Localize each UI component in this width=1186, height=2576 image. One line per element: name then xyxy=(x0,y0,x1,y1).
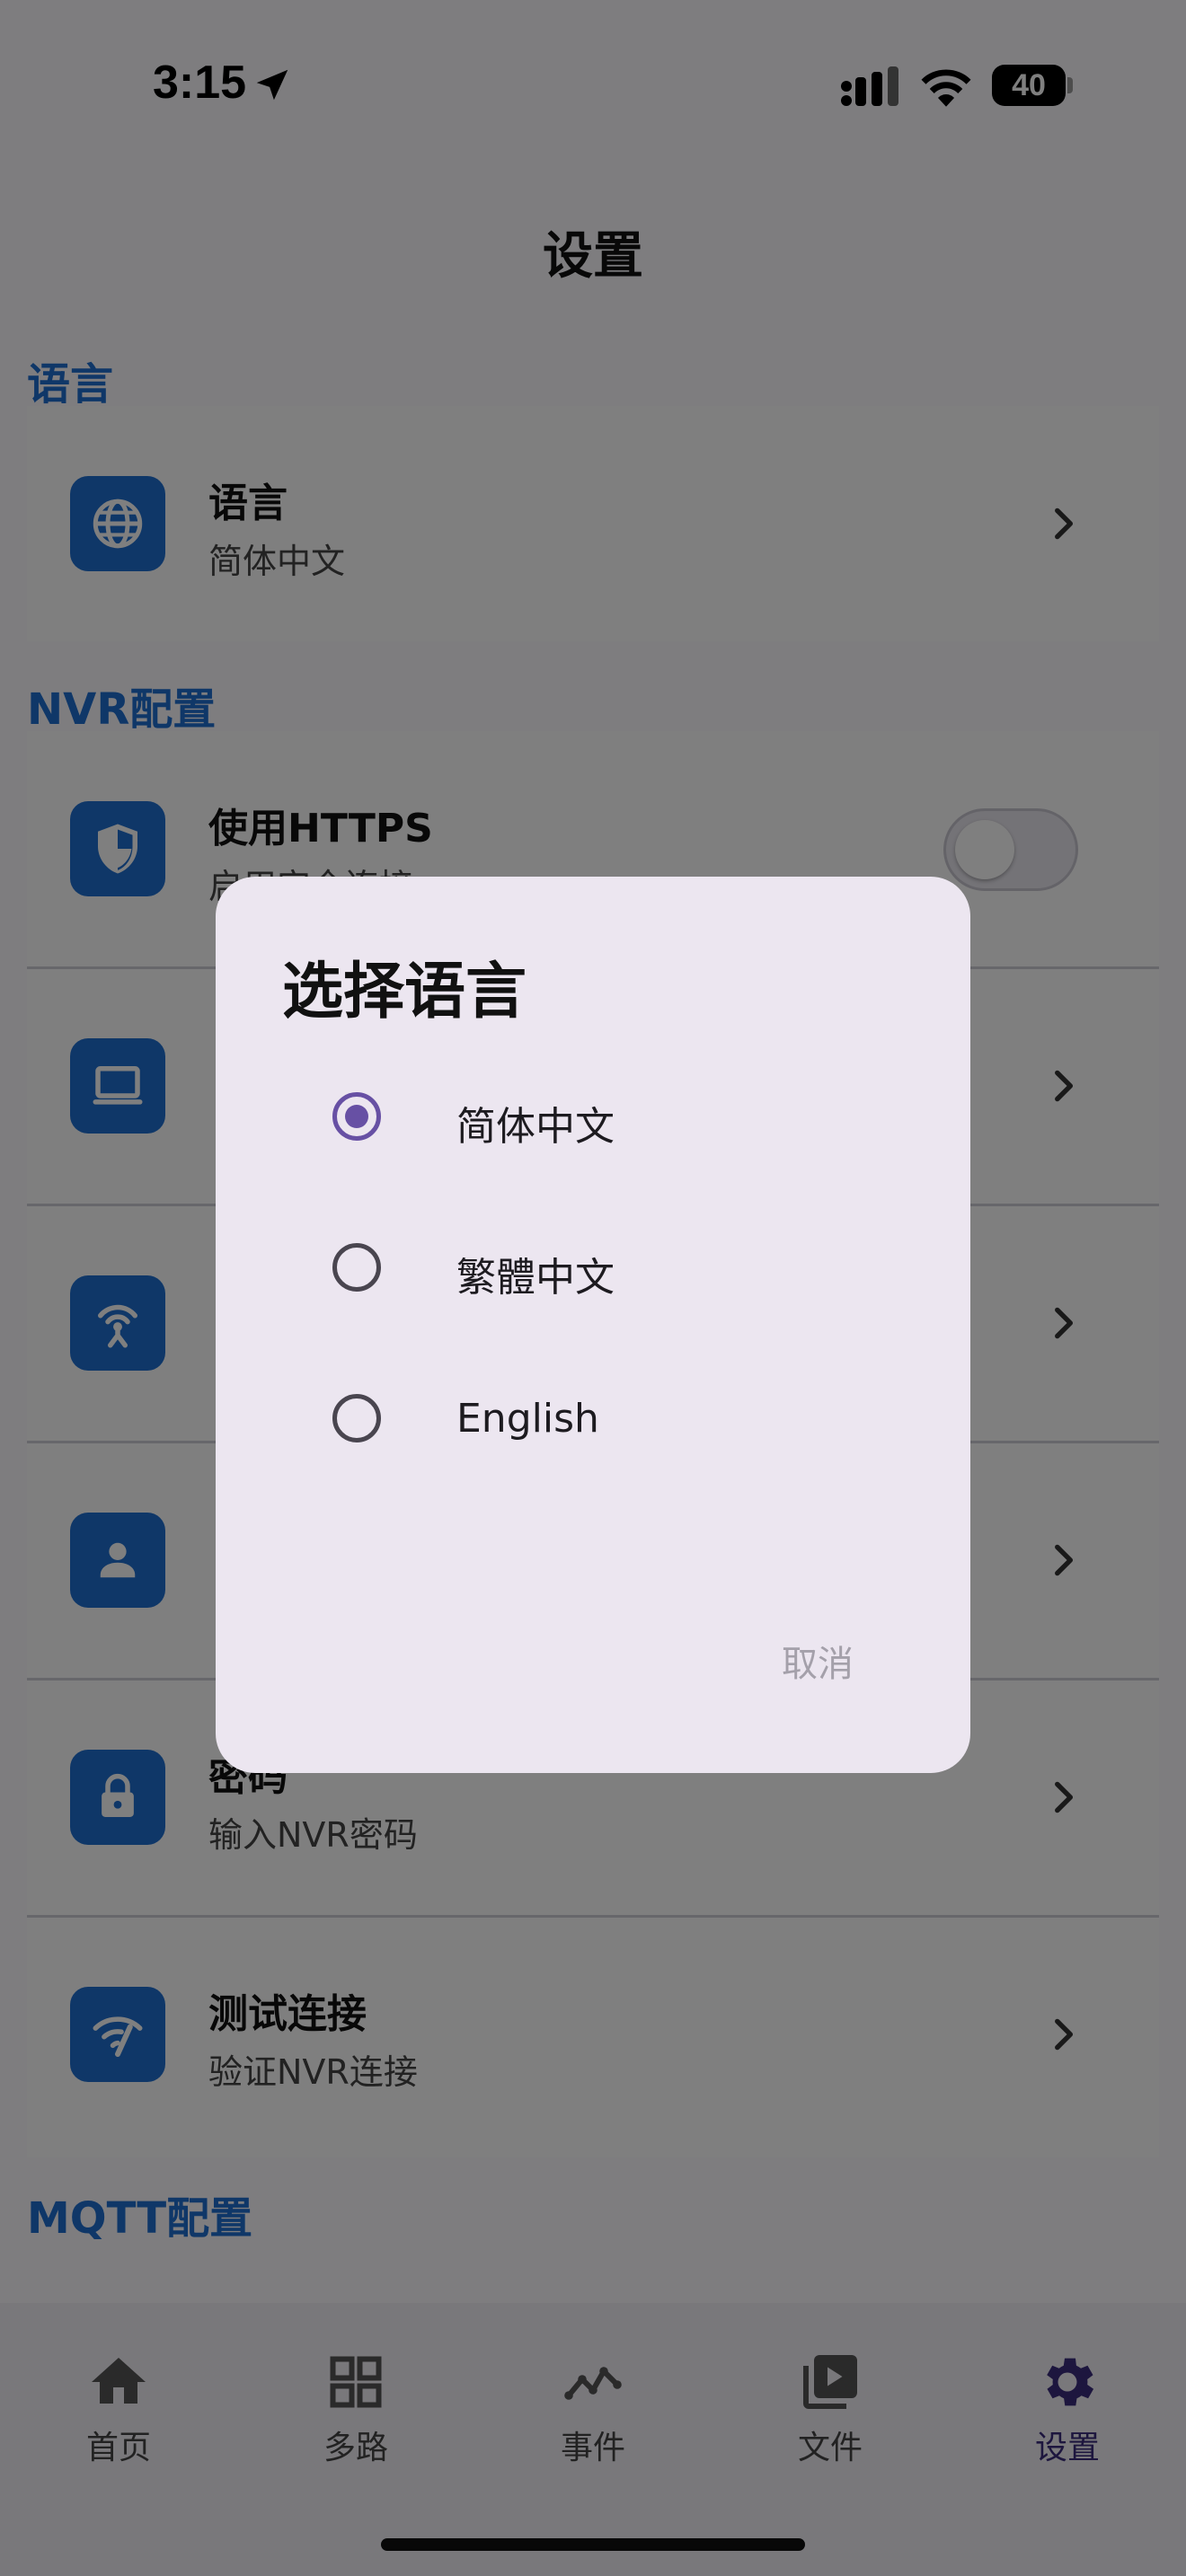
radio-dot xyxy=(345,1105,368,1128)
language-option-simplified[interactable]: 简体中文 xyxy=(332,1062,872,1178)
dialog-title: 选择语言 xyxy=(282,957,527,1028)
option-label: English xyxy=(456,1396,599,1442)
radio-button[interactable] xyxy=(332,1243,381,1292)
option-label: 简体中文 xyxy=(456,1104,615,1150)
language-option-english[interactable]: English xyxy=(332,1363,872,1480)
language-dialog: 选择语言 简体中文 繁體中文 English 取消 xyxy=(216,877,970,1773)
language-option-traditional[interactable]: 繁體中文 xyxy=(332,1213,872,1329)
option-label: 繁體中文 xyxy=(456,1255,615,1301)
radio-button-checked[interactable] xyxy=(332,1092,381,1141)
radio-button[interactable] xyxy=(332,1394,381,1442)
cancel-button[interactable]: 取消 xyxy=(737,1624,898,1705)
